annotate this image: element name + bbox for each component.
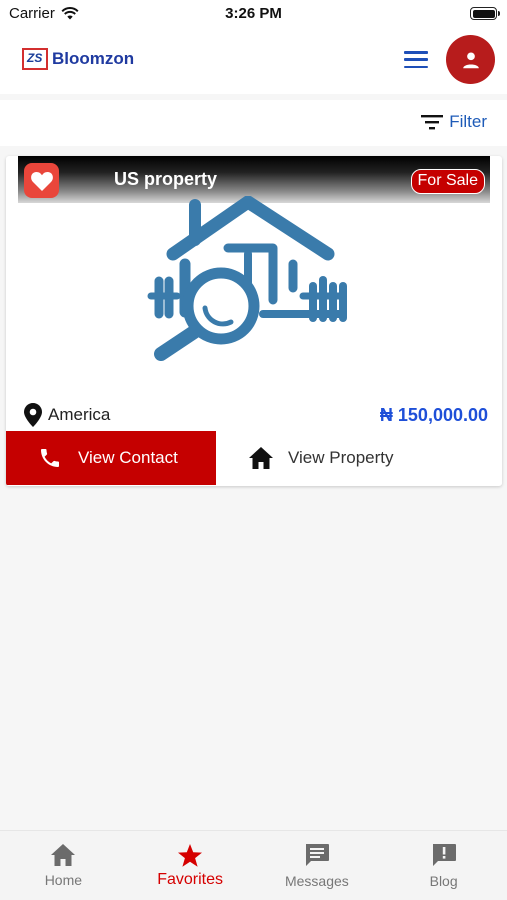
nav-blog[interactable]: Blog [380, 831, 507, 900]
property-title: US property [114, 169, 218, 189]
menu-icon[interactable] [404, 51, 428, 69]
profile-button[interactable] [446, 35, 495, 84]
heart-icon [30, 171, 53, 191]
battery-icon [470, 7, 500, 20]
nav-favorites[interactable]: Favorites [127, 831, 254, 900]
person-icon [462, 51, 479, 68]
nav-messages[interactable]: Messages [254, 831, 381, 900]
home-icon [51, 844, 76, 866]
bottom-nav: Home Favorites Messages Blog [0, 830, 507, 900]
filter-icon [421, 115, 444, 130]
property-card[interactable]: US property For Sale America ₦ 150,000.0… [6, 156, 502, 486]
price-label: ₦ 150,000.00 [379, 405, 488, 425]
home-icon [249, 447, 273, 469]
view-contact-label: View Contact [78, 448, 178, 467]
status-bar: Carrier 3:26 PM [0, 0, 507, 28]
house-search-image [147, 196, 347, 361]
favorite-button[interactable] [24, 163, 59, 198]
message-icon [305, 844, 329, 866]
nav-messages-label: Messages [284, 873, 349, 889]
sale-badge: For Sale [410, 169, 485, 194]
location: America [24, 403, 110, 427]
logo-mark: ZS [22, 48, 48, 70]
location-label: America [48, 405, 111, 424]
filter-button[interactable]: Filter [421, 112, 487, 132]
app-bar: ZS Bloomzon [0, 28, 507, 94]
clock: 3:26 PM [225, 5, 282, 22]
view-contact-button[interactable]: View Contact [6, 431, 216, 485]
star-icon [178, 844, 203, 867]
nav-blog-label: Blog [429, 873, 458, 889]
phone-icon [41, 449, 59, 467]
view-property-label: View Property [288, 448, 394, 467]
view-property-button[interactable]: View Property [216, 431, 502, 485]
filter-bar: Filter [0, 100, 507, 146]
logo-text: Bloomzon [52, 49, 135, 68]
location-pin-icon [24, 403, 42, 427]
filter-label: Filter [449, 112, 487, 131]
nav-home[interactable]: Home [0, 831, 127, 900]
nav-favorites-label: Favorites [157, 871, 224, 888]
nav-home-label: Home [44, 872, 83, 888]
announcement-icon [432, 844, 456, 866]
brand-logo[interactable]: ZS Bloomzon [22, 48, 134, 70]
